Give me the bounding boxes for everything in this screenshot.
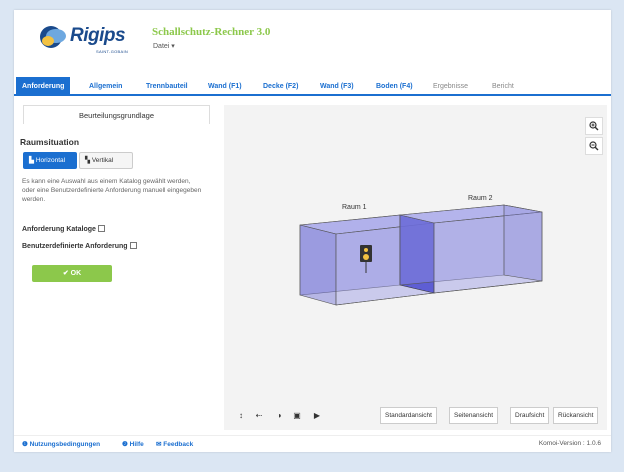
header: Rigips SAINT-GOBAIN Schallschutz-Rechner… <box>14 10 611 72</box>
terms-label: Nutzungsbedingungen <box>29 441 101 448</box>
info-icon: ❶ <box>22 441 30 448</box>
horizontal-label: Horizontal <box>35 157 66 164</box>
tab-ergebnisse[interactable]: Ergebnisse <box>433 77 468 96</box>
left-panel: Beurteilungsgrundlage Raumsituation ▙ Ho… <box>20 105 220 325</box>
ok-button[interactable]: ✔ OK <box>32 265 112 282</box>
terms-link[interactable]: ❶ Nutzungsbedingungen <box>22 440 100 448</box>
check-icon: ✔ <box>62 270 71 277</box>
logo-text: Rigips <box>70 25 126 46</box>
help-label: Hilfe <box>129 441 144 448</box>
app-window: Rigips SAINT-GOBAIN Schallschutz-Rechner… <box>14 10 611 452</box>
vertical-button[interactable]: ▚ Vertikal <box>79 152 133 169</box>
tab-wand-f1[interactable]: Wand (F1) <box>208 77 242 96</box>
katalog-row: Anforderung Kataloge <box>22 225 105 233</box>
room2-label: Raum 2 <box>468 195 493 202</box>
help-link[interactable]: ❷ Hilfe <box>122 440 144 448</box>
camera-icon[interactable]: ▣ <box>290 409 304 423</box>
vertical-icon: ▚ <box>85 157 92 164</box>
tab-decke-f2[interactable]: Decke (F2) <box>263 77 298 96</box>
arrow-left-icon[interactable]: ⇠ <box>252 409 266 423</box>
help-icon: ❷ <box>122 441 130 448</box>
main-tabs: Anforderung Allgemein Trennbauteil Wand … <box>14 73 611 96</box>
3d-viewer[interactable]: Raum 1 Raum 2 ↕ ⇠ ◑ ▣ ▶ Standardansicht … <box>224 105 607 430</box>
play-icon[interactable]: ▶ <box>310 409 324 423</box>
benutzer-row: Benutzerdefinierte Anforderung <box>22 242 137 250</box>
vertical-label: Vertikal <box>91 157 114 164</box>
tab-bericht[interactable]: Bericht <box>492 77 514 96</box>
tab-beurteilungsgrundlage[interactable]: Beurteilungsgrundlage <box>23 105 210 124</box>
tab-wand-f3[interactable]: Wand (F3) <box>320 77 354 96</box>
footer: ❶ Nutzungsbedingungen ❷ Hilfe ✉ Feedback… <box>14 435 611 452</box>
benutzer-label: Benutzerdefinierte Anforderung <box>22 243 128 250</box>
standardansicht-button[interactable]: Standardansicht <box>380 407 437 424</box>
description-text: Es kann eine Auswahl aus einem Katalog g… <box>22 178 202 203</box>
feedback-link[interactable]: ✉ Feedback <box>156 440 193 448</box>
tab-boden-f4[interactable]: Boden (F4) <box>376 77 413 96</box>
tab-anforderung[interactable]: Anforderung <box>16 77 71 96</box>
room1-label: Raum 1 <box>342 204 367 211</box>
arrows-vertical-icon[interactable]: ↕ <box>234 409 248 423</box>
room2-side <box>503 204 543 282</box>
version-text: Komoi-Version : 1.0.6 <box>538 440 601 447</box>
feedback-label: Feedback <box>163 441 194 448</box>
section-title-raumsituation: Raumsituation <box>20 137 80 147</box>
app-title: Schallschutz-Rechner 3.0 <box>152 26 271 38</box>
room-model: Raum 1 Raum 2 <box>299 195 543 306</box>
logo-subtext: SAINT-GOBAIN <box>96 49 129 54</box>
draufsicht-button[interactable]: Draufsicht <box>510 407 550 424</box>
horizontal-icon: ▙ <box>29 157 36 164</box>
tab-trennbauteil[interactable]: Trennbauteil <box>146 77 188 96</box>
tab-allgemein[interactable]: Allgemein <box>89 77 122 96</box>
room1-side <box>299 224 337 306</box>
katalog-label: Anforderung Kataloge <box>22 226 96 233</box>
rueckansicht-button[interactable]: Rückansicht <box>553 407 599 424</box>
ok-label: OK <box>70 270 82 277</box>
file-menu[interactable]: Datei ▾ <box>153 42 175 50</box>
rigips-logo: Rigips SAINT-GOBAIN <box>38 23 158 63</box>
contrast-icon[interactable]: ◑ <box>272 409 286 423</box>
katalog-checkbox[interactable] <box>97 225 105 232</box>
logo-icon <box>40 26 66 48</box>
horizontal-button[interactable]: ▙ Horizontal <box>23 152 77 169</box>
seitenansicht-button[interactable]: Seitenansicht <box>449 407 499 424</box>
benutzer-checkbox[interactable] <box>129 242 137 249</box>
